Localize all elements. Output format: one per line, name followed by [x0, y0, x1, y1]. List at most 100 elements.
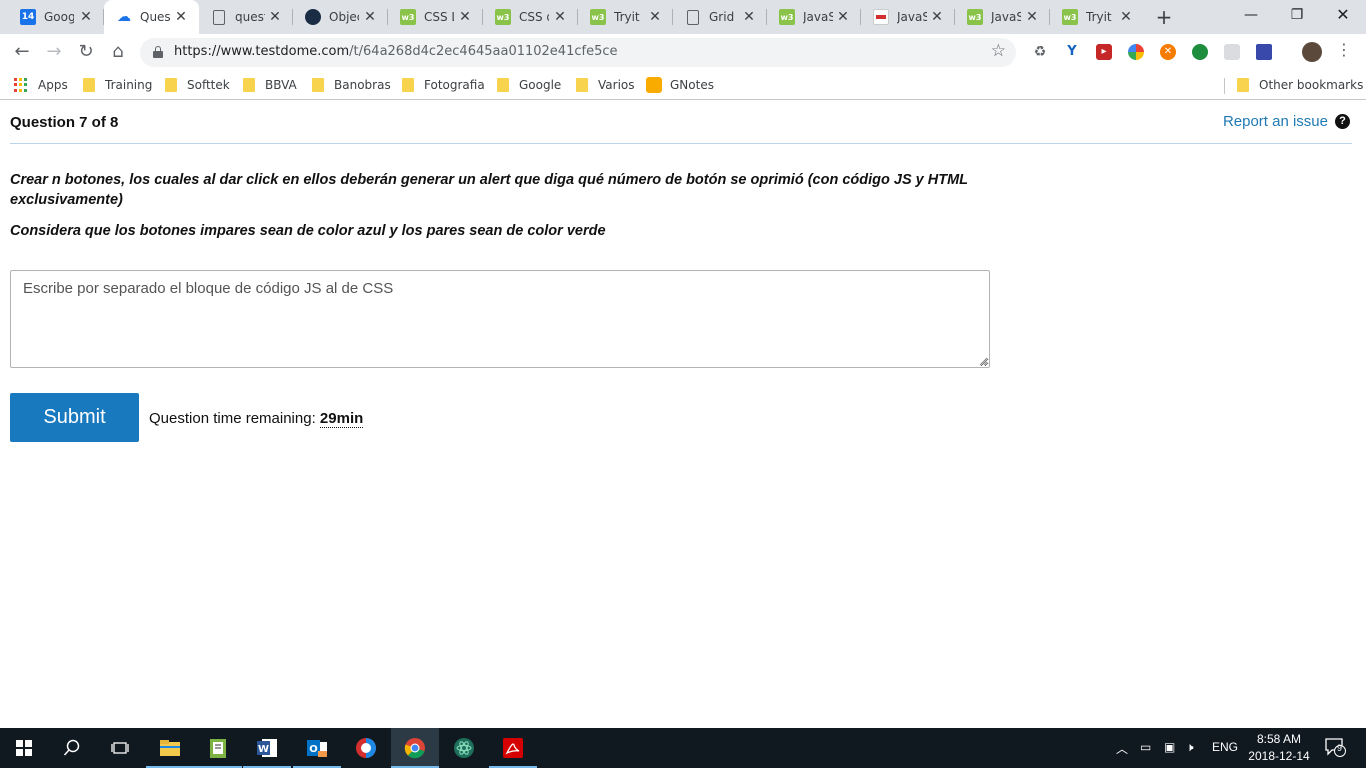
browser-tab-javascript-2[interactable]: JavaS ✕ [861, 0, 955, 34]
browser-tab-css-l[interactable]: w3 CSS L ✕ [388, 0, 483, 34]
close-icon[interactable]: ✕ [552, 9, 568, 25]
bookmark-apps[interactable]: Apps [14, 77, 68, 93]
bookmarks-bar: Apps Training Softtek BBVA Banobras Foto… [0, 70, 1366, 100]
close-icon[interactable]: ✕ [1118, 9, 1134, 25]
notepad-icon[interactable] [194, 728, 242, 768]
clock-time: 8:58 AM [1256, 732, 1302, 746]
folder-icon [1237, 78, 1249, 92]
folder-icon [576, 78, 588, 92]
close-icon[interactable]: ✕ [267, 9, 283, 25]
cube-extension-icon[interactable] [1224, 44, 1240, 60]
browser-tab-tryit-1[interactable]: w3 Tryit E ✕ [578, 0, 673, 34]
home-button[interactable]: ⌂ [104, 38, 132, 66]
close-icon[interactable]: ✕ [741, 9, 757, 25]
timer-value: 29min [319, 410, 364, 428]
close-icon[interactable]: ✕ [362, 9, 378, 25]
browser-tab-question-doc[interactable]: quest ✕ [199, 0, 293, 34]
grid-extension-icon[interactable] [1256, 44, 1272, 60]
restore-button[interactable]: ❐ [1274, 0, 1320, 30]
browser-tab-question[interactable]: ☁ Quest ✕ [104, 0, 199, 34]
file-explorer-icon[interactable] [146, 728, 194, 768]
windows-taskbar: W O ︿ ▭ ▣ 🕨 ENG 8:58 AM 2018-12-14 9 [0, 728, 1366, 768]
y-extension-icon[interactable]: Y [1064, 44, 1080, 60]
browser-tab-javascript-1[interactable]: w3 JavaS ✕ [767, 0, 861, 34]
w3schools-icon: w3 [495, 9, 511, 25]
windows-start-icon[interactable] [0, 728, 48, 768]
url-path: /t/64a268d4c2ec4645aa01102e41cfe5ce [349, 44, 618, 59]
reload-button[interactable]: ↻ [72, 38, 100, 66]
battery-icon[interactable]: ▭ [1140, 740, 1151, 754]
close-icon[interactable]: ✕ [929, 9, 945, 25]
close-icon[interactable]: ✕ [457, 9, 473, 25]
browser-tab-grid[interactable]: Grid b ✕ [673, 0, 767, 34]
browser-tab-google-calendar[interactable]: 14 Goog ✕ [0, 0, 104, 34]
color-extension-icon[interactable] [1128, 44, 1144, 60]
other-bookmarks[interactable]: Other bookmarks [1237, 77, 1363, 93]
word-icon[interactable]: W [243, 728, 291, 768]
bookmark-training[interactable]: Training [83, 77, 152, 93]
answer-textarea[interactable] [10, 270, 990, 368]
outlook-icon[interactable]: O [293, 728, 341, 768]
bulb-icon [646, 77, 662, 93]
close-icon[interactable]: ✕ [1024, 9, 1040, 25]
bookmark-google[interactable]: Google [497, 77, 561, 93]
language-indicator[interactable]: ENG [1212, 740, 1238, 754]
browser-tab-javascript-3[interactable]: w3 JavaS ✕ [955, 0, 1050, 34]
close-window-button[interactable]: ✕ [1320, 0, 1366, 30]
avatar[interactable] [1302, 42, 1322, 62]
tab-title: Grid b [709, 10, 739, 24]
task-view-icon[interactable] [96, 728, 144, 768]
url-text[interactable]: https://www.testdome.com/t/64a268d4c2ec4… [174, 44, 618, 59]
forward-button[interactable]: → [40, 38, 68, 66]
close-icon[interactable]: ✕ [647, 9, 663, 25]
menu-icon[interactable]: ⋮ [1336, 40, 1352, 59]
network-icon[interactable]: ▣ [1164, 740, 1175, 754]
tab-title: JavaS [803, 10, 833, 24]
help-icon[interactable]: ? [1335, 114, 1350, 129]
folder-icon [83, 78, 95, 92]
volume-muted-icon[interactable]: 🕨 [1186, 740, 1194, 755]
resize-grip-icon[interactable] [978, 356, 988, 366]
w3schools-icon: w3 [779, 9, 795, 25]
notification-center-icon[interactable]: 9 [1324, 736, 1346, 758]
browser-tab-objects[interactable]: Objec ✕ [293, 0, 388, 34]
other-bookmarks-label: Other bookmarks [1259, 78, 1364, 92]
tray-chevron-icon[interactable]: ︿ [1116, 740, 1128, 757]
close-icon[interactable]: ✕ [835, 9, 851, 25]
bookmark-varios[interactable]: Varios [576, 77, 635, 93]
browser-tab-css-d[interactable]: w3 CSS d ✕ [483, 0, 578, 34]
system-clock[interactable]: 8:58 AM 2018-12-14 [1244, 731, 1314, 765]
recycle-extension-icon[interactable]: ♻ [1032, 44, 1048, 60]
chrome-icon[interactable] [391, 728, 439, 768]
w3schools-icon: w3 [1062, 9, 1078, 25]
search-icon[interactable] [48, 728, 96, 768]
browser-toolbar: ← → ↻ ⌂ https://www.testdome.com/t/64a26… [0, 34, 1366, 70]
document-icon [687, 9, 699, 25]
red-flag-icon [873, 9, 889, 25]
back-button[interactable]: ← [8, 38, 36, 66]
opera-icon[interactable] [342, 728, 390, 768]
tab-title: Objec [329, 10, 359, 24]
bookmark-gnotes[interactable]: GNotes [646, 77, 714, 93]
bookmark-softtek[interactable]: Softtek [165, 77, 230, 93]
green-extension-icon[interactable] [1192, 44, 1208, 60]
atom-icon[interactable] [440, 728, 488, 768]
bookmark-star-icon[interactable]: ☆ [991, 41, 1006, 61]
folder-icon [165, 78, 177, 92]
new-tab-button[interactable]: + [1152, 6, 1176, 28]
address-bar[interactable]: https://www.testdome.com/t/64a268d4c2ec4… [140, 38, 1016, 67]
bookmark-bbva[interactable]: BBVA [243, 77, 297, 93]
minimize-button[interactable]: — [1228, 0, 1274, 30]
browser-tab-tryit-2[interactable]: w3 Tryit E ✕ [1050, 0, 1144, 34]
bookmark-fotografia[interactable]: Fotografia [402, 77, 485, 93]
orange-extension-icon[interactable]: ✕ [1160, 44, 1176, 60]
video-extension-icon[interactable]: ▸ [1096, 44, 1112, 60]
question-counter: Question 7 of 8 [10, 114, 119, 131]
acrobat-icon[interactable] [489, 728, 537, 768]
report-issue-link[interactable]: Report an issue [1223, 113, 1328, 130]
close-icon[interactable]: ✕ [173, 9, 189, 25]
tab-title: Goog [44, 10, 74, 24]
submit-button[interactable]: Submit [10, 393, 139, 442]
close-icon[interactable]: ✕ [78, 9, 94, 25]
bookmark-banobras[interactable]: Banobras [312, 77, 391, 93]
